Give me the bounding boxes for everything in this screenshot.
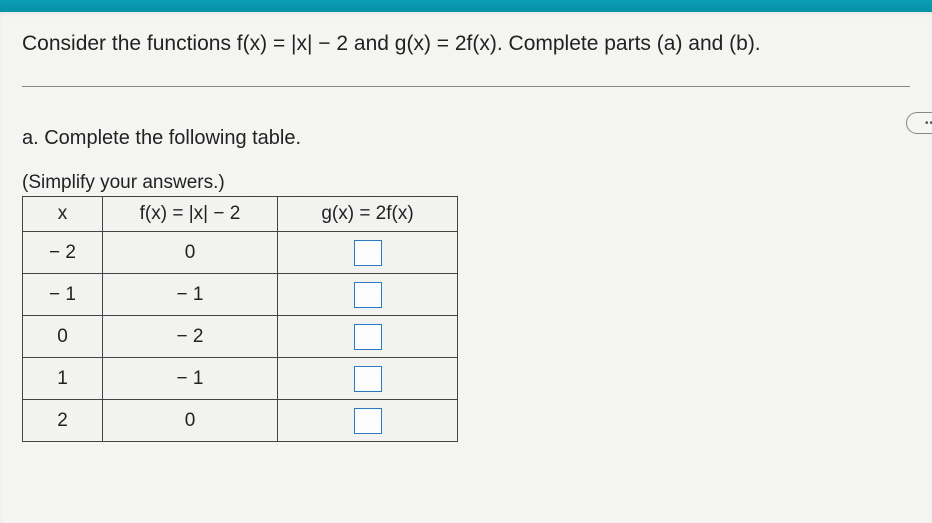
cell-g bbox=[278, 232, 458, 274]
cell-g bbox=[278, 358, 458, 400]
window-accent-bar bbox=[0, 0, 932, 12]
table-header-row: x f(x) = |x| − 2 g(x) = 2f(x) bbox=[23, 197, 458, 232]
table-row: 2 0 bbox=[23, 400, 458, 442]
cell-g bbox=[278, 316, 458, 358]
problem-statement: Consider the functions f(x) = |x| − 2 an… bbox=[22, 30, 910, 58]
table-row: 1 − 1 bbox=[23, 358, 458, 400]
page-indicator-pill[interactable]: •• bbox=[906, 112, 932, 134]
cell-x: − 2 bbox=[23, 232, 103, 274]
table-row: − 1 − 1 bbox=[23, 274, 458, 316]
answer-input[interactable] bbox=[354, 240, 382, 266]
header-f: f(x) = |x| − 2 bbox=[103, 197, 278, 232]
answer-input[interactable] bbox=[354, 324, 382, 350]
cell-f: 0 bbox=[103, 232, 278, 274]
answer-input[interactable] bbox=[354, 366, 382, 392]
answer-input[interactable] bbox=[354, 408, 382, 434]
header-g: g(x) = 2f(x) bbox=[278, 197, 458, 232]
cell-f: 0 bbox=[103, 400, 278, 442]
cell-g bbox=[278, 400, 458, 442]
values-table: x f(x) = |x| − 2 g(x) = 2f(x) − 2 0 − 1 … bbox=[22, 196, 458, 442]
cell-x: − 1 bbox=[23, 274, 103, 316]
cell-f: − 1 bbox=[103, 274, 278, 316]
answer-input[interactable] bbox=[354, 282, 382, 308]
part-a-label: a. Complete the following table. bbox=[22, 127, 910, 150]
header-x: x bbox=[23, 197, 103, 232]
cell-g bbox=[278, 274, 458, 316]
section-divider bbox=[22, 86, 910, 87]
cell-x: 1 bbox=[23, 358, 103, 400]
cell-f: − 1 bbox=[103, 358, 278, 400]
table-row: 0 − 2 bbox=[23, 316, 458, 358]
simplify-note: (Simplify your answers.) bbox=[22, 172, 910, 194]
cell-x: 0 bbox=[23, 316, 103, 358]
cell-f: − 2 bbox=[103, 316, 278, 358]
cell-x: 2 bbox=[23, 400, 103, 442]
worksheet-page: Consider the functions f(x) = |x| − 2 an… bbox=[0, 12, 932, 523]
table-row: − 2 0 bbox=[23, 232, 458, 274]
